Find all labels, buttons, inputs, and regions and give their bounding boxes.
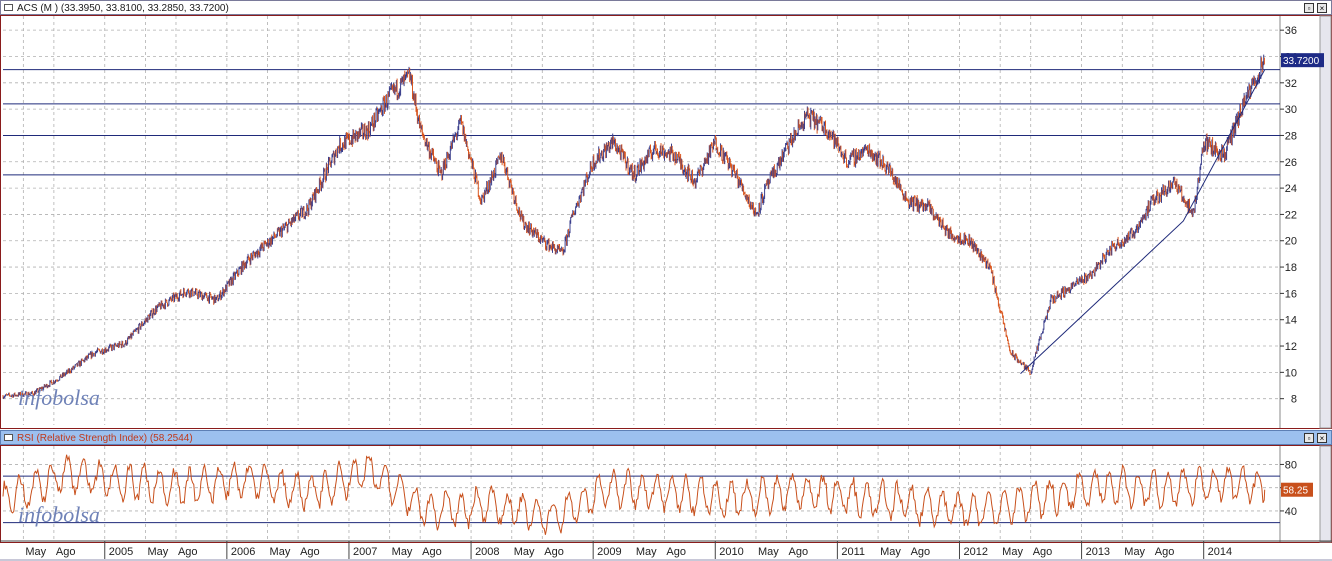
x-tick-label: Ago <box>911 546 931 558</box>
x-tick-label: Ago <box>544 546 564 558</box>
x-tick-label: 2005 <box>109 546 133 558</box>
x-tick-label: Ago <box>1155 546 1175 558</box>
y-tick-label: 24 <box>1285 183 1297 195</box>
rsi-scrollbar <box>1319 445 1332 543</box>
price-pane-frame <box>0 15 1332 429</box>
x-tick-label: May <box>25 546 46 558</box>
chart-svg: May Ago 2005 May Ago 2006 May Ago 2007 May Ago 2008… <box>0 15 1332 561</box>
y-tick-label: 20 <box>1285 236 1297 248</box>
y-tick-label: 16 <box>1285 288 1297 300</box>
x-tick-label: 2011 <box>841 546 865 558</box>
y-tick-label: 40 <box>1285 506 1297 518</box>
x-tick-label: May <box>636 546 657 558</box>
x-tick-label: Ago <box>56 546 76 558</box>
y-tick-label: 14 <box>1285 315 1297 327</box>
y-tick-label: 80 <box>1285 459 1297 471</box>
x-tick-label: 2013 <box>1086 546 1110 558</box>
x-tick-label: May <box>147 546 168 558</box>
x-tick-label: May <box>1124 546 1145 558</box>
y-tick-label: 10 <box>1285 367 1297 379</box>
x-tick-label: May <box>270 546 291 558</box>
x-tick-label: May <box>1002 546 1023 558</box>
x-tick-label: 2006 <box>231 546 255 558</box>
x-tick-label: 2009 <box>597 546 621 558</box>
price-scrollbar <box>1319 15 1332 429</box>
rsi-last-label: 58.25 <box>1283 486 1308 497</box>
y-tick-label: 36 <box>1285 25 1297 37</box>
x-tick-label: Ago <box>666 546 686 558</box>
last-price-label: 33.7200 <box>1283 56 1320 67</box>
y-tick-label: 12 <box>1285 341 1297 353</box>
y-tick-label: 30 <box>1285 104 1297 116</box>
y-tick-label: 26 <box>1285 157 1297 169</box>
x-tick-label: Ago <box>788 546 808 558</box>
x-tick-label: 2012 <box>963 546 987 558</box>
watermark-text: infobolsa <box>18 502 100 527</box>
x-tick-label: May <box>514 546 535 558</box>
x-tick-label: 2010 <box>719 546 743 558</box>
y-tick-label: 18 <box>1285 262 1297 274</box>
y-tick-label: 22 <box>1285 209 1297 221</box>
x-tick-label: Ago <box>178 546 198 558</box>
x-tick-label: 2014 <box>1208 546 1232 558</box>
y-tick-label: 8 <box>1291 394 1297 406</box>
x-tick-label: 2007 <box>353 546 377 558</box>
x-tick-label: May <box>392 546 413 558</box>
y-tick-label: 28 <box>1285 130 1297 142</box>
x-tick-label: Ago <box>1033 546 1053 558</box>
x-tick-label: May <box>758 546 779 558</box>
x-tick-label: Ago <box>422 546 442 558</box>
x-tick-label: May <box>880 546 901 558</box>
y-tick-label: 32 <box>1285 78 1297 90</box>
watermark-text: infobolsa <box>18 385 100 410</box>
x-tick-label: 2008 <box>475 546 499 558</box>
x-tick-label: Ago <box>300 546 320 558</box>
